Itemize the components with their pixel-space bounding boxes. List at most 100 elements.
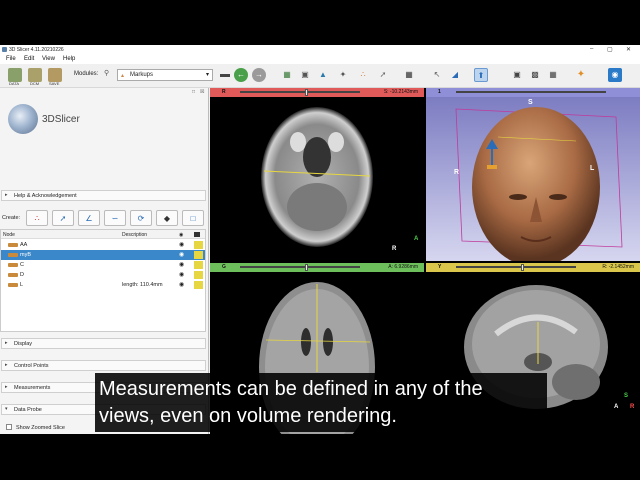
screenshot-icon[interactable]: ▣ <box>510 68 524 82</box>
red-slice-slider-handle[interactable] <box>305 89 308 96</box>
markup-node-row[interactable]: C ◉ <box>1 260 205 270</box>
color-header-icon <box>194 232 200 237</box>
window-level-icon[interactable]: ◢ <box>448 68 462 82</box>
segment-editor-icon[interactable]: ➚ <box>376 68 390 82</box>
color-swatch[interactable] <box>194 281 203 289</box>
eye-icon[interactable]: ◉ <box>179 241 184 248</box>
expand-arrow-icon: ▸ <box>5 340 8 346</box>
line-markup-icon <box>8 243 18 247</box>
menu-help[interactable]: Help <box>63 56 75 62</box>
node-description: length: 110.4mm <box>122 282 163 288</box>
view-settings-icon[interactable]: ▦ <box>546 68 560 82</box>
dcm-label: DCM <box>30 81 40 86</box>
expand-arrow-icon: ▾ <box>5 406 8 412</box>
help-section[interactable]: ▸ Help & Acknowledgement <box>1 190 206 201</box>
green-slice-slider[interactable] <box>240 266 360 268</box>
line-markup-icon <box>8 273 18 277</box>
data-icon[interactable] <box>8 68 22 82</box>
yellow-orientation-a: A <box>614 404 619 410</box>
markup-node-row[interactable]: AA ◉ <box>1 240 205 250</box>
back-arrow-icon[interactable]: ← <box>234 68 248 82</box>
dock-icon[interactable]: □ <box>192 89 195 95</box>
yellow-slice-slider-handle[interactable] <box>521 264 524 271</box>
show-zoomed-checkbox[interactable] <box>6 424 12 430</box>
create-closed-curve-button[interactable]: ⟳ <box>130 210 152 226</box>
3d-view[interactable]: 1 S R L <box>426 88 640 261</box>
yellow-slice-offset: R: -2.1452mm <box>602 264 634 270</box>
data-probe-section-label: Data Probe <box>14 407 42 413</box>
green-slice-bar: G A: 6.9286mm <box>210 263 424 272</box>
menu-edit[interactable]: Edit <box>24 56 34 62</box>
control-points-section-label: Control Points <box>14 363 49 369</box>
module-selector[interactable]: ▴ Markups ▾ <box>117 69 213 81</box>
extensions-icon[interactable]: ◉ <box>608 68 622 82</box>
expand-arrow-icon: ▸ <box>5 192 8 198</box>
transforms-module-icon[interactable]: ✦ <box>336 68 350 82</box>
markup-node-row[interactable]: myB ◉ <box>1 250 205 260</box>
module-history-icon[interactable]: ▬ <box>218 68 232 82</box>
red-view-letter: R <box>222 89 226 95</box>
3d-orientation-s: S <box>528 99 533 106</box>
panel-close-icon[interactable]: ☒ <box>200 89 204 95</box>
scene-view-icon[interactable]: ▩ <box>528 68 542 82</box>
save-label: SAVE <box>49 81 60 86</box>
eye-icon[interactable]: ◉ <box>179 271 184 278</box>
minimize-button[interactable]: – <box>590 46 593 52</box>
markups-tree: Node Description ◉ AA ◉ myB ◉ C ◉ D ◉ Llength: 1… <box>0 229 206 332</box>
color-swatch[interactable] <box>194 271 203 279</box>
node-column-header[interactable]: Node <box>3 232 15 238</box>
search-icon[interactable]: ⚲ <box>104 69 109 77</box>
3d-view-bar: 1 <box>426 88 640 97</box>
node-name[interactable]: L <box>20 282 23 288</box>
help-section-label: Help & Acknowledgement <box>14 193 77 199</box>
menu-file[interactable]: File <box>6 56 16 62</box>
node-name[interactable]: AA <box>20 242 27 248</box>
red-orientation-a: A <box>414 236 419 242</box>
node-name[interactable]: C <box>20 262 24 268</box>
menu-view[interactable]: View <box>42 56 55 62</box>
markups-module-icon[interactable]: ∴ <box>356 68 370 82</box>
green-slice-slider-handle[interactable] <box>305 264 308 271</box>
color-swatch[interactable] <box>194 241 203 249</box>
dcm-icon[interactable] <box>28 68 42 82</box>
tree-header: Node Description ◉ <box>1 230 205 239</box>
save-icon[interactable] <box>48 68 62 82</box>
maximize-button[interactable]: ▢ <box>607 46 613 53</box>
volumes-module-icon[interactable]: ▣ <box>298 68 312 82</box>
create-point-list-button[interactable]: ∴ <box>26 210 48 226</box>
layout-icon[interactable]: ▦ <box>402 68 416 82</box>
models-module-icon[interactable]: ▲ <box>316 68 330 82</box>
red-slice-view[interactable]: R S: -10.2143mm R A <box>210 88 424 261</box>
display-section[interactable]: ▸ Display <box>1 338 206 349</box>
create-roi-button[interactable]: □ <box>182 210 204 226</box>
expand-arrow-icon: ▸ <box>5 362 8 368</box>
eye-icon[interactable]: ◉ <box>179 281 184 288</box>
control-points-section[interactable]: ▸ Control Points <box>1 360 206 371</box>
close-button[interactable]: ✕ <box>626 46 631 53</box>
red-orientation-r: R <box>392 246 397 252</box>
create-plane-button[interactable]: ◆ <box>156 210 178 226</box>
3d-view-letter: 1 <box>438 89 441 95</box>
place-point-icon[interactable]: ⬆ <box>474 68 488 82</box>
node-name[interactable]: myB <box>20 252 31 258</box>
mouse-mode-icon[interactable]: ↖ <box>430 68 444 82</box>
create-curve-button[interactable]: ∽ <box>104 210 126 226</box>
eye-icon[interactable]: ◉ <box>179 251 184 258</box>
eye-icon[interactable]: ◉ <box>179 261 184 268</box>
create-angle-button[interactable]: ∠ <box>78 210 100 226</box>
crosshair-icon[interactable]: ✦ <box>574 68 588 82</box>
expand-arrow-icon: ▸ <box>5 384 8 390</box>
line-markup-icon <box>8 263 18 267</box>
markup-node-row[interactable]: Llength: 110.4mm ◉ <box>1 280 205 290</box>
color-swatch[interactable] <box>194 261 203 269</box>
forward-arrow-icon[interactable]: → <box>252 68 266 82</box>
color-swatch[interactable] <box>194 251 203 259</box>
yellow-slice-slider[interactable] <box>456 266 576 268</box>
node-name[interactable]: D <box>20 272 24 278</box>
video-subtitle: Measurements can be defined in any of th… <box>95 373 547 432</box>
markup-node-row[interactable]: D ◉ <box>1 270 205 280</box>
create-line-button[interactable]: ➚ <box>52 210 74 226</box>
red-slice-slider[interactable] <box>240 91 360 93</box>
description-column-header[interactable]: Description <box>122 232 147 238</box>
data-module-icon[interactable]: ▦ <box>280 68 294 82</box>
